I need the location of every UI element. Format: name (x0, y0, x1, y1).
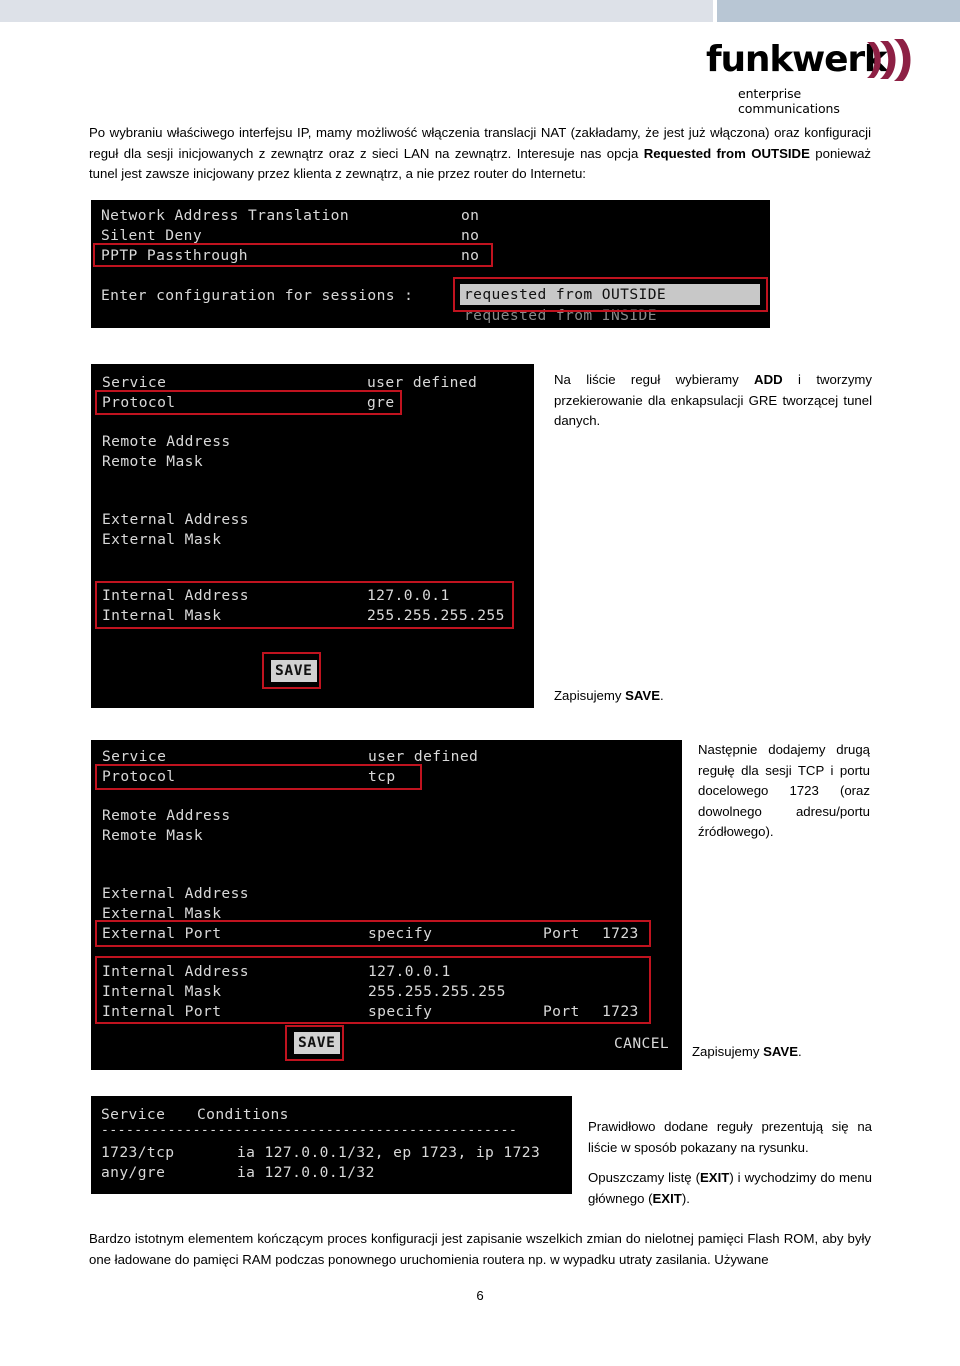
terminal-nat-settings: Network Address Translation on Silent De… (91, 200, 770, 328)
gre-row-0-value: user defined (367, 374, 478, 391)
note-save1-text-2: . (660, 688, 664, 703)
note-save2-text-2: . (798, 1044, 802, 1059)
note-save2-bold: SAVE (763, 1044, 799, 1059)
nat-row-2-value: no (461, 247, 480, 264)
tcp-row-1-value: tcp (368, 768, 396, 785)
tcp-row-9-port-label: Port (543, 1003, 580, 1020)
gre-row-2-label: Remote Address (102, 433, 231, 450)
list-row-0-service: 1723/tcp (101, 1144, 175, 1161)
nat-option-requested-from-outside[interactable]: requested from OUTSIDE (460, 284, 760, 305)
tcp-row-9-port: 1723 (602, 1003, 639, 1020)
note-add-text-1: Na liście reguł wybieramy (554, 372, 755, 387)
note-add-bold: ADD (754, 372, 783, 387)
gre-row-3-label: Remote Mask (102, 453, 204, 470)
note-rules-list: Prawidłowo dodane reguły prezentują się … (588, 1119, 872, 1155)
terminal-gre-rule: Service user defined Protocol gre Remote… (91, 364, 534, 708)
nat-option-requested-from-inside[interactable]: requested from INSIDE (464, 306, 657, 326)
gre-row-1-label: Protocol (102, 394, 176, 411)
note-add-gre-rule: Na liście reguł wybieramy ADD i tworzymy… (554, 370, 872, 432)
nat-row-0-value: on (461, 207, 480, 224)
gre-row-5-label: External Mask (102, 531, 222, 548)
tcp-row-9-label: Internal Port (102, 1003, 222, 1020)
tcp-row-3-label: Remote Mask (102, 827, 204, 844)
note-save-tcp: Zapisujemy SAVE. (692, 1042, 872, 1063)
tcp-row-6-port-label: Port (543, 925, 580, 942)
tcp-row-6-value: specify (368, 925, 433, 942)
gre-row-1-value: gre (367, 394, 395, 411)
closing-paragraph: Bardzo istotnym elementem kończącym proc… (89, 1231, 871, 1267)
terminal-tcp-rule: Service user defined Protocol tcp Remote… (91, 740, 682, 1070)
page-number: 6 (476, 1288, 484, 1303)
logo-wordmark: funkwerk (706, 39, 888, 80)
tcp-row-7-label: Internal Address (102, 963, 249, 980)
tcp-row-8-value: 255.255.255.255 (368, 983, 506, 1000)
page-header-banner (0, 0, 960, 22)
gre-row-6-label: Internal Address (102, 587, 249, 604)
gre-row-6-value: 127.0.0.1 (367, 587, 450, 604)
tcp-row-6-label: External Port (102, 925, 222, 942)
nat-sessions-prompt: Enter configuration for sessions : (101, 287, 414, 304)
tcp-row-9-value: specify (368, 1003, 433, 1020)
note-exit-menu: Opuszczamy listę (EXIT) i wychodzimy do … (588, 1168, 872, 1209)
nat-row-2-label: PPTP Passthrough (101, 247, 248, 264)
note-exit-bold-2: EXIT (652, 1190, 682, 1206)
intro-paragraph: Po wybraniu właściwego interfejsu IP, ma… (89, 123, 871, 185)
tcp-row-8-label: Internal Mask (102, 983, 222, 1000)
logo-tagline: enterprise communications (738, 86, 840, 116)
gre-row-4-label: External Address (102, 511, 249, 528)
list-row-1-conditions: ia 127.0.0.1/32 (237, 1164, 375, 1181)
note-exit-bold-1: EXIT (700, 1170, 730, 1185)
tcp-row-2-label: Remote Address (102, 807, 231, 824)
list-row-1-service: any/gre (101, 1164, 166, 1181)
intro-bold-requested-from-outside: Requested from OUTSIDE (643, 145, 810, 161)
list-row-0-conditions: ia 127.0.0.1/32, ep 1723, ip 1723 (237, 1144, 541, 1161)
tcp-cancel-button[interactable]: CANCEL (614, 1034, 669, 1054)
sound-wave-icon (864, 38, 912, 87)
tcp-row-6-port: 1723 (602, 925, 639, 942)
tcp-row-0-value: user defined (368, 748, 479, 765)
terminal-rule-list: Service Conditions ---------------------… (91, 1096, 572, 1194)
note-save2-text-1: Zapisujemy (692, 1044, 764, 1059)
gre-save-button[interactable]: SAVE (271, 660, 317, 682)
tcp-save-button[interactable]: SAVE (294, 1032, 340, 1054)
tcp-row-7-value: 127.0.0.1 (368, 963, 451, 980)
tcp-row-5-label: External Mask (102, 905, 222, 922)
note-exit-text-3: ). (681, 1190, 690, 1206)
banner-band-right (717, 0, 960, 22)
tcp-row-1-label: Protocol (102, 768, 176, 785)
gre-row-7-label: Internal Mask (102, 607, 222, 624)
tcp-row-4-label: External Address (102, 885, 249, 902)
note-save-gre: Zapisujemy SAVE. (554, 686, 872, 707)
nat-row-1-label: Silent Deny (101, 227, 203, 244)
note-save1-text-1: Zapisujemy (554, 688, 626, 703)
note-add-tcp-rule: Następnie dodajemy drugą regułę dla sesj… (698, 742, 870, 839)
list-separator: ----------------------------------------… (101, 1123, 518, 1138)
gre-row-7-value: 255.255.255.255 (367, 607, 505, 624)
nat-row-1-value: no (461, 227, 480, 244)
note-save1-bold: SAVE (625, 688, 661, 703)
gre-row-0-label: Service (102, 374, 167, 391)
note-exit-text-1: Opuszczamy listę ( (588, 1170, 700, 1185)
funkwerk-logo: funkwerk enterprise communications (706, 39, 911, 116)
tcp-row-0-label: Service (102, 748, 167, 765)
nat-row-0-label: Network Address Translation (101, 207, 350, 224)
banner-band-left (0, 0, 713, 22)
